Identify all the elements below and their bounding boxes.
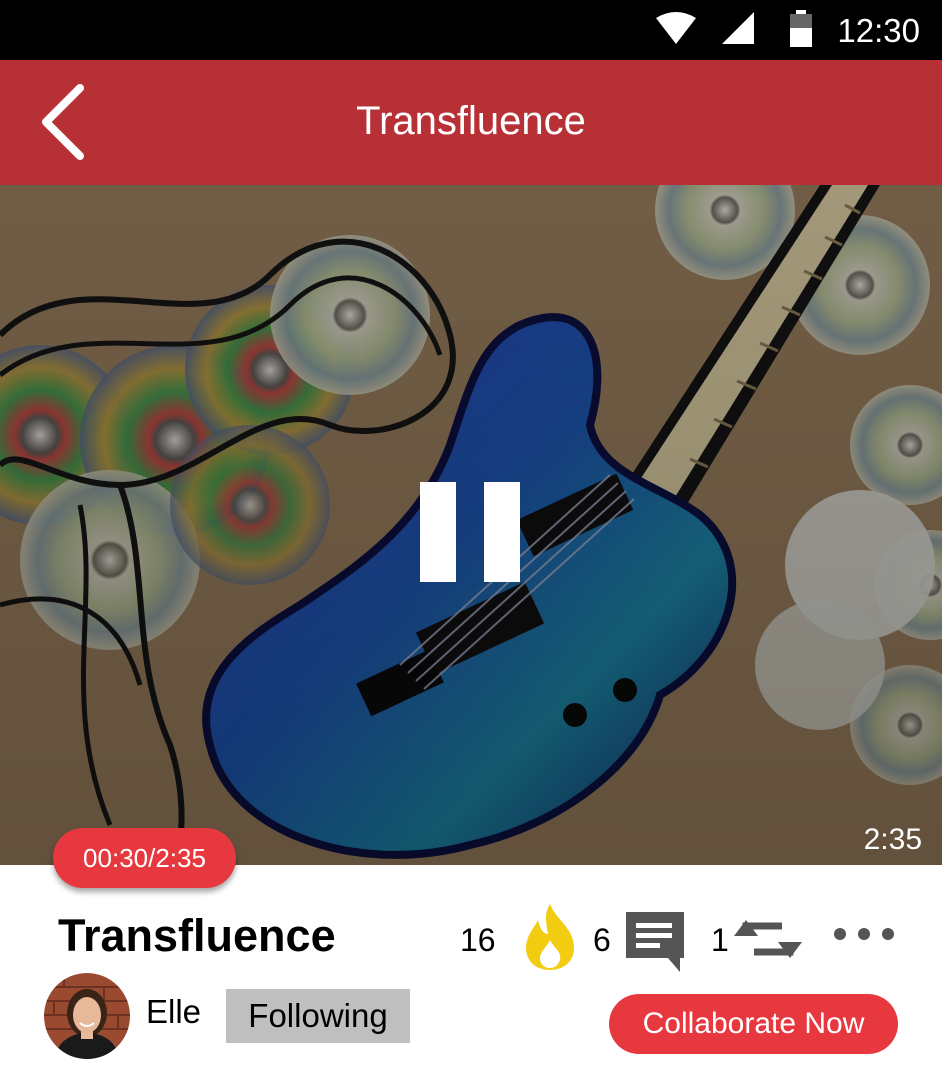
track-duration: 2:35 [863, 823, 922, 856]
track-title: Transfluence [58, 910, 336, 961]
status-bar: 12:30 [0, 0, 942, 60]
status-clock: 12:30 [837, 12, 920, 49]
fire-count: 16 [460, 922, 496, 958]
fire-icon[interactable] [520, 902, 580, 972]
wifi-icon [656, 12, 696, 44]
cellular-signal-icon [722, 12, 754, 44]
battery-icon [790, 10, 812, 47]
comment-icon[interactable] [622, 908, 688, 974]
more-options-icon[interactable] [832, 922, 896, 946]
pause-icon [420, 482, 456, 582]
collaborate-now-button[interactable]: Collaborate Now [609, 994, 898, 1054]
comment-count: 6 [593, 922, 611, 958]
pause-icon-bar [484, 482, 520, 582]
following-button[interactable]: Following [226, 989, 410, 1043]
user-avatar[interactable] [44, 973, 130, 1059]
app-bar: Transfluence [0, 60, 942, 185]
user-name[interactable]: Elle [146, 993, 201, 1031]
media-player[interactable]: 2:35 [0, 185, 942, 865]
playback-progress: 00:30/2:35 [53, 828, 236, 888]
page-title: Transfluence [356, 99, 586, 143]
avatar-image [44, 973, 130, 1059]
pause-button[interactable] [420, 482, 522, 582]
screen: 12:30 Transfluence 2:35 00:30/2:35 Trans… [0, 0, 942, 1078]
repost-count: 1 [711, 922, 729, 958]
repost-icon[interactable] [732, 912, 804, 966]
